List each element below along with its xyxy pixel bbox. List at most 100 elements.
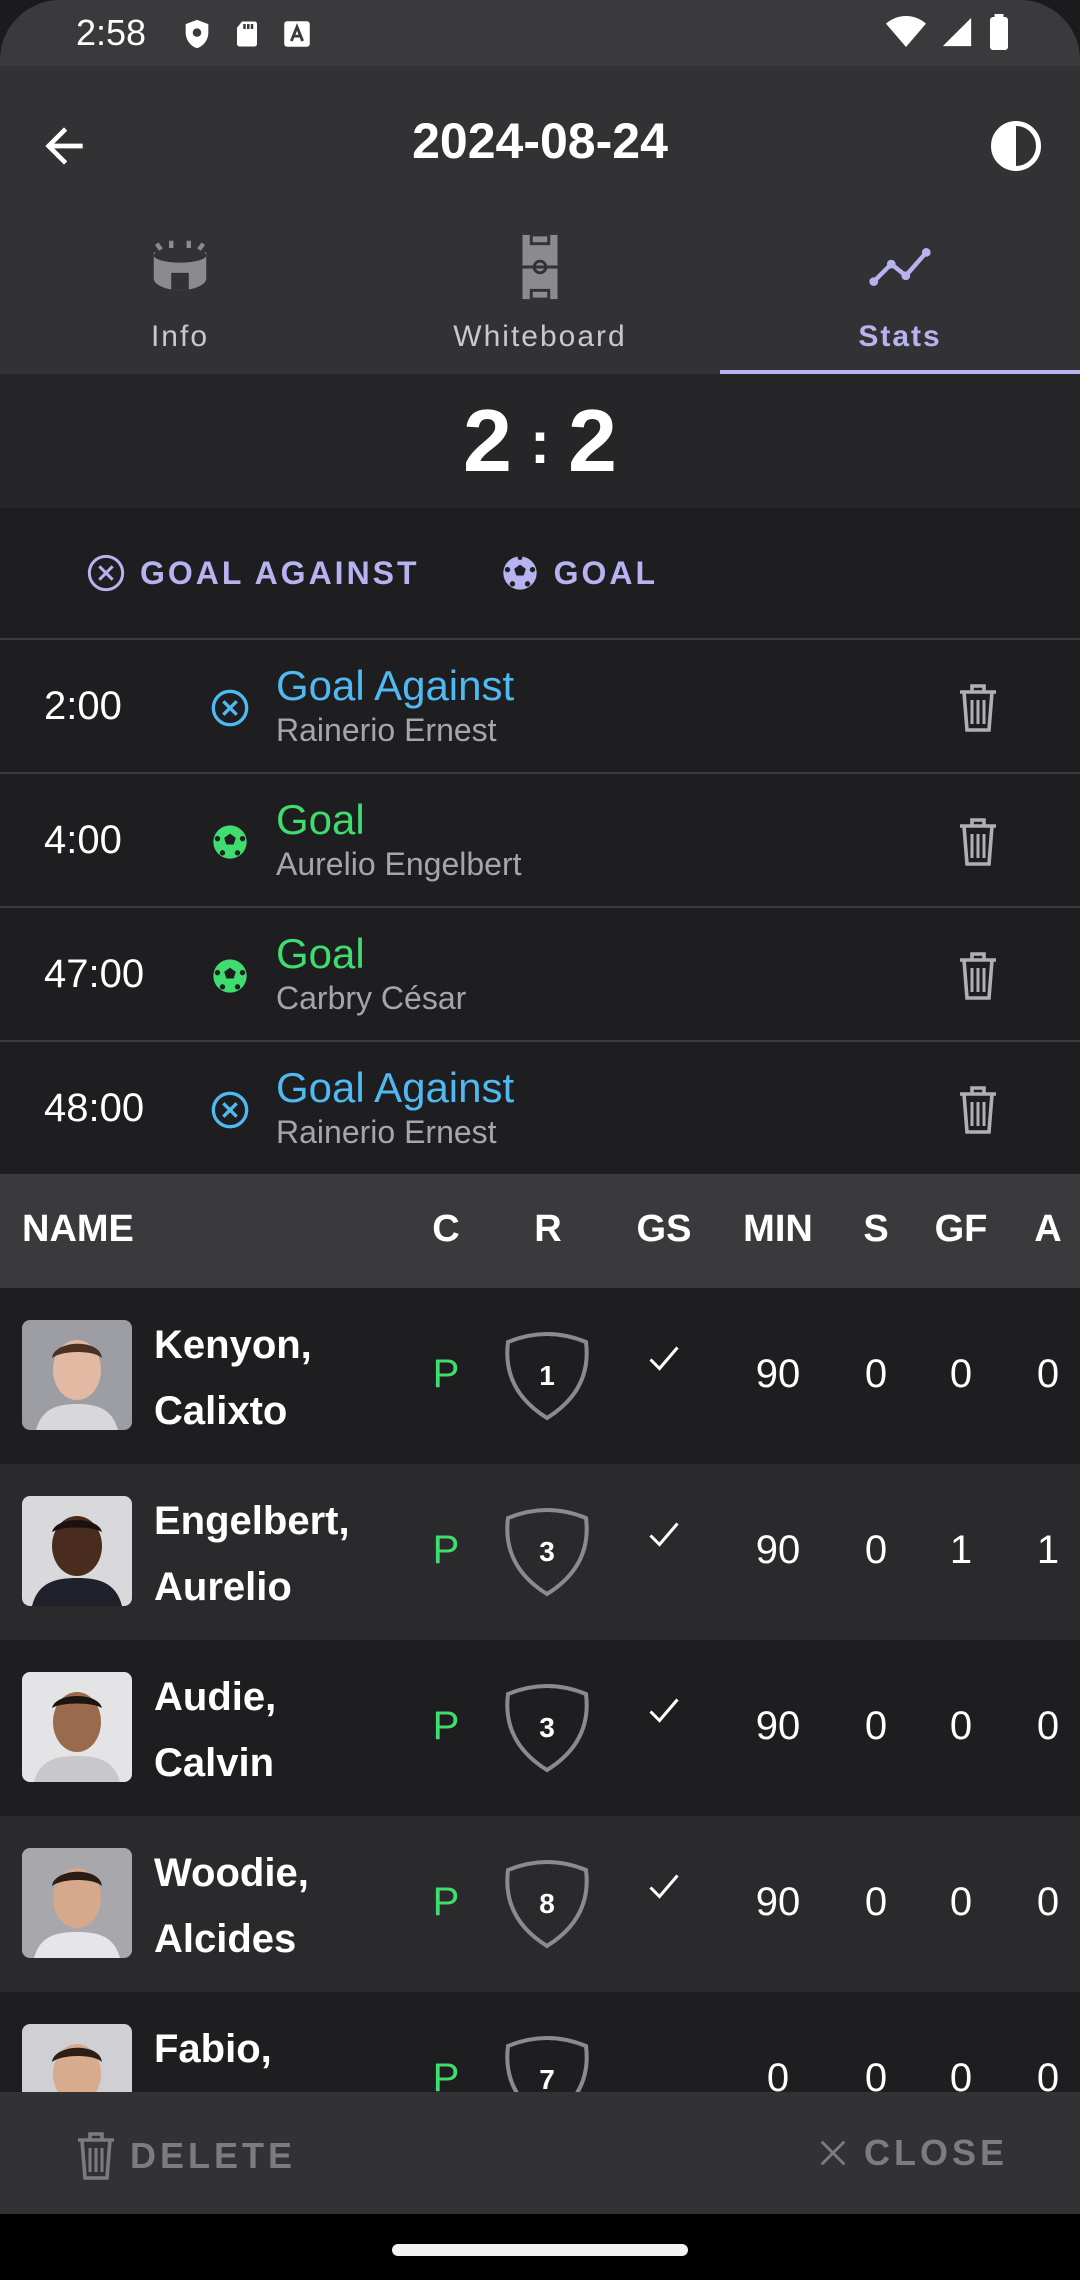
- table-row[interactable]: Engelbert, Aurelio P 3 90 0 1 1: [0, 1464, 1080, 1640]
- header-s[interactable]: S: [850, 1208, 902, 1251]
- player-position: P: [432, 2056, 460, 2092]
- player-name: Kenyon, Calixto: [154, 1323, 312, 1433]
- avatar: [22, 1672, 132, 1782]
- player-rating: 1: [539, 1360, 555, 1391]
- goal-against-icon: [211, 1091, 249, 1129]
- table-header: NAME C R GS MIN S GF A: [0, 1176, 1080, 1288]
- field-board-icon: [522, 233, 558, 301]
- event-player: Aurelio Engelbert: [276, 846, 522, 882]
- close-button[interactable]: CLOSE: [816, 2132, 1008, 2174]
- player-stats-table: NAME C R GS MIN S GF A Kenyon, Calixto P …: [0, 1176, 1080, 2092]
- autofill-icon: [284, 21, 310, 47]
- home-gesture-handle[interactable]: [392, 2244, 688, 2256]
- check-icon: [649, 1522, 679, 1547]
- event-time: 48:00: [44, 1086, 145, 1130]
- header-gf[interactable]: GF: [930, 1208, 992, 1251]
- player-position: P: [432, 1704, 460, 1748]
- event-player: Rainerio Ernest: [276, 712, 497, 748]
- header-r[interactable]: R: [512, 1208, 584, 1251]
- stadium-icon: [153, 240, 207, 291]
- player-shots: 0: [864, 1352, 888, 1396]
- player-goals: 0: [949, 1880, 973, 1924]
- delete-label: DELETE: [130, 2135, 297, 2176]
- goal-against-icon: [211, 689, 249, 727]
- event-actions: GOAL AGAINST GOAL: [0, 508, 1080, 640]
- header-name[interactable]: NAME: [22, 1208, 134, 1251]
- event-list: 2:00 Goal Against Rainerio Ernest 4:00 G…: [0, 640, 1080, 1176]
- player-minutes: 0: [766, 2056, 790, 2092]
- add-goal-against-button[interactable]: GOAL AGAINST: [86, 553, 420, 593]
- event-time: 2:00: [44, 684, 122, 728]
- app-bar: 2024-08-24 Info Whiteboard Stats: [0, 66, 1080, 374]
- page-title: 2024-08-24: [412, 113, 668, 169]
- tab-whiteboard[interactable]: Whiteboard: [360, 206, 720, 374]
- delete-event-icon[interactable]: [958, 818, 998, 866]
- player-goals: 0: [949, 1352, 973, 1396]
- player-name: Fabio,: [154, 2027, 272, 2071]
- player-rating: 3: [539, 1536, 555, 1567]
- soccer-ball-icon: [502, 555, 537, 590]
- table-row[interactable]: Woodie, Alcides P 8 90 0 0 0: [0, 1816, 1080, 1992]
- player-rating: 8: [539, 1888, 555, 1919]
- header-min[interactable]: MIN: [726, 1208, 830, 1251]
- rating-shield-badge: 8: [502, 1858, 592, 1950]
- delete-event-icon[interactable]: [958, 684, 998, 732]
- avatar: [22, 1320, 132, 1430]
- shield-notification-icon: [185, 19, 209, 49]
- player-goals: 0: [949, 2056, 973, 2092]
- avatar: [22, 2024, 132, 2092]
- status-notification-icons: [180, 16, 314, 52]
- check-icon: [649, 1346, 679, 1371]
- player-assists: 0: [1036, 1704, 1060, 1748]
- delete-button[interactable]: DELETE: [76, 2132, 296, 2180]
- player-name: Engelbert, Aurelio: [154, 1499, 350, 1609]
- header-c[interactable]: C: [420, 1208, 472, 1251]
- player-goals: 1: [949, 1528, 973, 1572]
- avatar: [22, 1496, 132, 1606]
- battery-icon: [990, 14, 1008, 50]
- close-label: CLOSE: [863, 2132, 1008, 2173]
- table-row[interactable]: Fabio, P 7 0 0 0 0: [0, 1992, 1080, 2092]
- event-row[interactable]: 2:00 Goal Against Rainerio Ernest: [0, 640, 1080, 774]
- tab-bar: Info Whiteboard Stats: [0, 206, 1080, 374]
- table-row[interactable]: Kenyon, Calixto P 1 90 0 0 0: [0, 1288, 1080, 1464]
- line-chart-icon: [869, 248, 931, 286]
- header-a[interactable]: A: [1024, 1208, 1072, 1251]
- signal-icon: [942, 17, 972, 47]
- event-type: Goal: [276, 930, 365, 977]
- player-position: P: [432, 1880, 460, 1924]
- tab-stats-label: Stats: [858, 320, 942, 353]
- delete-event-icon[interactable]: [958, 1086, 998, 1134]
- player-assists: 0: [1036, 1352, 1060, 1396]
- wifi-icon: [886, 16, 926, 47]
- rating-shield-badge: 3: [502, 1682, 592, 1774]
- delete-event-icon[interactable]: [958, 952, 998, 1000]
- player-position: P: [432, 1352, 460, 1396]
- tab-info[interactable]: Info: [0, 206, 360, 374]
- sd-card-icon: [237, 21, 257, 47]
- close-icon: [820, 2140, 846, 2166]
- player-shots: 0: [864, 1880, 888, 1924]
- status-bar: 2:58: [0, 0, 1080, 66]
- add-goal-against-label: GOAL AGAINST: [140, 554, 420, 591]
- theme-toggle-icon[interactable]: [986, 116, 1046, 176]
- player-minutes: 90: [755, 1352, 801, 1396]
- player-minutes: 90: [755, 1880, 801, 1924]
- player-goals: 0: [949, 1704, 973, 1748]
- home-score: 2: [463, 391, 512, 490]
- tab-stats[interactable]: Stats: [720, 206, 1080, 374]
- player-minutes: 90: [755, 1528, 801, 1572]
- table-row[interactable]: Audie, Calvin P 3 90 0 0 0: [0, 1640, 1080, 1816]
- event-row[interactable]: 4:00 Goal Aurelio Engelbert: [0, 774, 1080, 908]
- event-row[interactable]: 48:00 Goal Against Rainerio Ernest: [0, 1042, 1080, 1176]
- header-gs[interactable]: GS: [622, 1208, 706, 1251]
- player-name: Woodie, Alcides: [154, 1851, 309, 1961]
- player-position: P: [432, 1528, 460, 1572]
- cancel-circle-icon: [87, 554, 125, 592]
- player-assists: 1: [1036, 1528, 1060, 1572]
- scoreboard: 2:2: [0, 374, 1080, 508]
- system-nav-bar: [0, 2214, 1080, 2280]
- event-type: Goal: [276, 796, 365, 843]
- event-row[interactable]: 47:00 Goal Carbry César: [0, 908, 1080, 1042]
- add-goal-button[interactable]: GOAL: [500, 553, 658, 593]
